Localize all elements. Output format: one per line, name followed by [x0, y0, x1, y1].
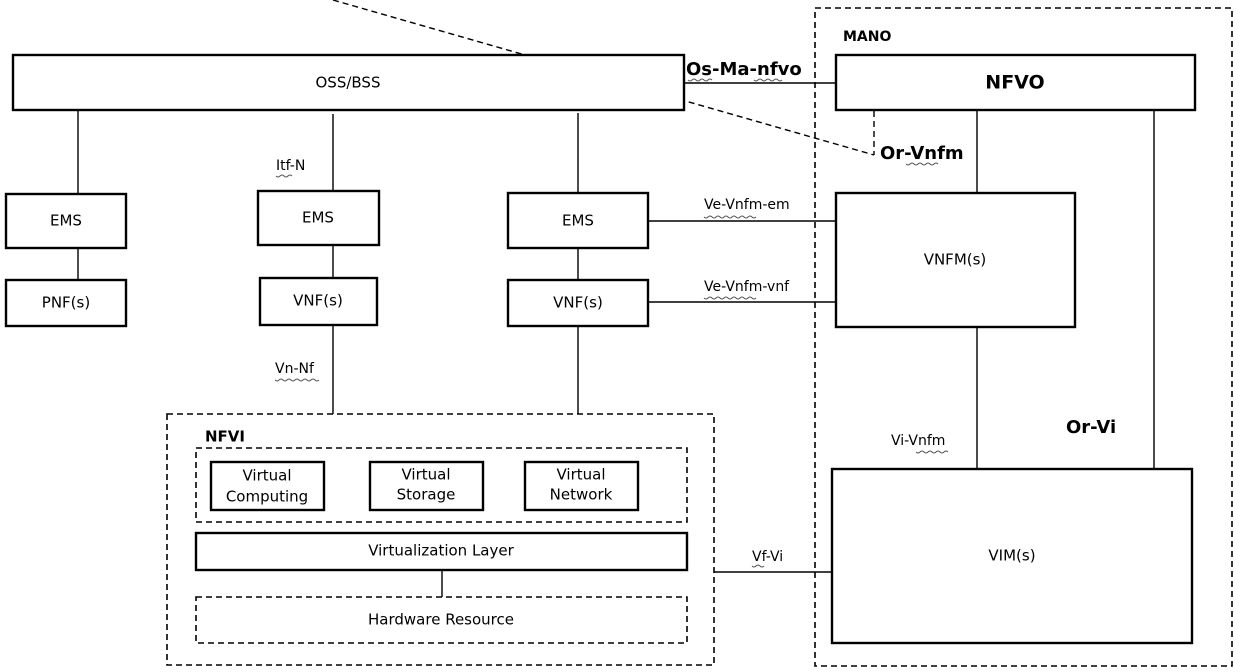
interface-ve-vnfm-em: Ve-Vnfm-em — [704, 197, 790, 213]
vnf-label-1: VNF(s) — [293, 292, 343, 310]
interface-or-vi: Or-Vi — [1066, 417, 1116, 438]
interface-or-vnfm: Or-Vnfm — [880, 143, 964, 164]
ems-label-2: EMS — [302, 209, 334, 227]
nfvi-label: NFVI — [205, 428, 245, 446]
virtual-storage-label-2: Storage — [397, 486, 456, 504]
vnf-label-2: VNF(s) — [553, 294, 603, 312]
virtual-computing-label-1: Virtual — [242, 467, 291, 485]
interface-vi-vnfm: Vi-Vnfm — [891, 433, 945, 449]
nfv-architecture-diagram: MANO NFVI OSS/BSS EMS EMS EMS PNF(s) VNF… — [4, 0, 1233, 667]
virtual-computing-label-2: Computing — [226, 488, 308, 506]
wavy-underline — [275, 174, 293, 178]
interface-vn-nf: Vn-Nf — [275, 361, 315, 377]
wavy-underline — [703, 296, 757, 300]
hardware-resource-label: Hardware Resource — [368, 611, 514, 629]
interface-os-ma-nfvo: Os-Ma-nfvo — [686, 59, 802, 80]
ems-label-1: EMS — [50, 212, 82, 230]
wavy-underline — [915, 450, 949, 454]
virtual-network-label-2: Network — [550, 486, 613, 504]
interface-itf-n: Itf-N — [276, 158, 305, 174]
interface-vf-vi: Vf-Vi — [752, 549, 783, 565]
virtualization-layer-label: Virtualization Layer — [368, 542, 514, 560]
interface-ve-vnfm-vnf: Ve-Vnfm-vnf — [704, 279, 790, 295]
wavy-underline — [751, 564, 765, 568]
vim-label: VIM(s) — [988, 547, 1035, 565]
virtual-network-label-1: Virtual — [556, 466, 605, 484]
nfvo-label: NFVO — [985, 72, 1044, 94]
mano-label: MANO — [843, 29, 891, 45]
ems-label-3: EMS — [562, 212, 594, 230]
wavy-underline — [703, 215, 757, 219]
pnf-label: PNF(s) — [42, 294, 90, 312]
virtual-storage-label-1: Virtual — [401, 466, 450, 484]
vnfm-label: VNFM(s) — [924, 251, 987, 269]
wavy-underline — [753, 78, 783, 82]
wavy-underline — [274, 378, 320, 382]
oss-bss-label: OSS/BSS — [316, 74, 381, 92]
